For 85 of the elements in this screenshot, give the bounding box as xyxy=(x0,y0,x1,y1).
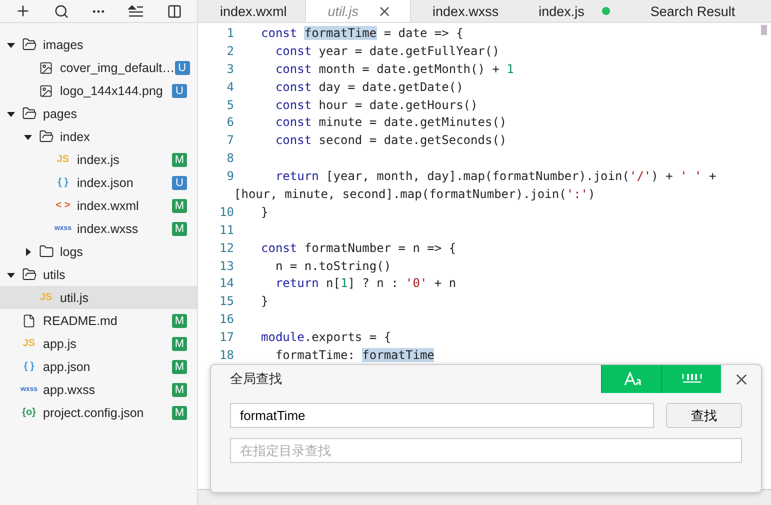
file-type-icon: JS xyxy=(53,154,73,165)
status-tag: M xyxy=(172,406,187,420)
code-line: [hour, minute, second].map(formatNumber).join(':') xyxy=(234,186,596,201)
editor-tab[interactable]: Search Result xyxy=(628,0,754,22)
tree-item[interactable]: < > index.wxml M xyxy=(0,194,197,217)
tree-item[interactable]: JS index.js M xyxy=(0,148,197,171)
search-icon[interactable] xyxy=(54,4,69,18)
file-type-icon: < > xyxy=(53,200,73,211)
file-type-icon: { } xyxy=(19,361,39,372)
match-case-toggle[interactable] xyxy=(601,365,661,393)
status-tag: U xyxy=(172,84,187,98)
line-number: 13 xyxy=(218,258,234,273)
status-tag: M xyxy=(172,382,187,396)
panel-toggle-icon[interactable] xyxy=(166,4,182,18)
code-line: const year = date.getFullYear() xyxy=(274,44,500,58)
line-number: 8 xyxy=(226,151,234,166)
find-button[interactable]: 查找 xyxy=(666,403,742,428)
match-case-icon xyxy=(622,372,640,386)
tree-item[interactable]: { } index.json U xyxy=(0,171,197,194)
line-number: 12 xyxy=(218,240,234,255)
modified-dot xyxy=(602,7,610,15)
line-number: 9 xyxy=(226,169,234,184)
editor-tab[interactable]: util.js xyxy=(304,0,411,22)
whole-word-toggle[interactable] xyxy=(661,365,721,393)
line-number: 3 xyxy=(226,62,234,76)
tree-item[interactable]: JS app.js M xyxy=(0,332,197,355)
line-number: 6 xyxy=(226,115,234,130)
line-number: 5 xyxy=(226,98,234,112)
line-number: 17 xyxy=(218,330,234,344)
line-number: 2 xyxy=(226,44,234,58)
line-number: 4 xyxy=(226,80,234,94)
code-line: return n[1] ? n : '0' + n xyxy=(274,276,456,290)
tree-item[interactable]: JS util.js xyxy=(0,286,197,309)
tree-item[interactable]: logs xyxy=(0,240,197,263)
tree-item[interactable]: { } app.json M xyxy=(0,355,197,378)
tree-item[interactable]: images xyxy=(0,33,197,56)
tree-item[interactable]: logo_144x144.png U xyxy=(0,79,197,102)
code-line: } xyxy=(261,204,268,219)
status-tag: M xyxy=(172,198,187,212)
editor-tab[interactable]: index.wxss xyxy=(410,0,517,22)
status-tag: M xyxy=(172,152,187,166)
file-type-icon: JS xyxy=(36,292,56,303)
dialog-title: 全局查找 xyxy=(230,370,283,388)
tree-item[interactable]: pages xyxy=(0,102,197,125)
line-number: 10 xyxy=(218,204,234,219)
line-number: 16 xyxy=(218,312,234,326)
code-line: formatTime: formatTime xyxy=(274,348,434,362)
status-tag: U xyxy=(172,176,187,190)
collapse-icon[interactable] xyxy=(128,4,144,18)
tree-item[interactable]: cover_img_default… U xyxy=(0,56,197,79)
file-type-icon: {o} xyxy=(19,407,39,418)
tree-item[interactable]: README.md M xyxy=(0,309,197,332)
code-line: const day = date.getDate() xyxy=(274,80,464,94)
line-number: 14 xyxy=(218,276,234,290)
code-line: const second = date.getSeconds() xyxy=(274,133,507,148)
line-number: 11 xyxy=(218,222,234,237)
status-tag: U xyxy=(174,60,190,74)
file-type-icon: JS xyxy=(19,338,39,349)
scrollbar-marker xyxy=(761,25,767,35)
file-type-icon: { } xyxy=(53,177,73,188)
code-line: } xyxy=(261,294,268,308)
line-number: 15 xyxy=(218,294,234,308)
code-line: module.exports = { xyxy=(261,330,392,344)
tree-item[interactable]: index xyxy=(0,125,197,148)
status-tag: M xyxy=(172,222,187,236)
code-line: const formatNumber = n => { xyxy=(261,240,456,255)
line-number: 7 xyxy=(226,133,234,148)
editor-tab[interactable]: index.wxml xyxy=(198,0,305,22)
caret-icon xyxy=(23,246,33,256)
code-line: const hour = date.getHours() xyxy=(274,98,478,112)
code-line: n = n.toString() xyxy=(274,258,392,273)
status-tag: M xyxy=(172,314,187,328)
code-line: const month = date.getMonth() + 1 xyxy=(274,62,514,76)
status-tag: M xyxy=(172,360,187,374)
directory-field[interactable]: 在指定目录查找 xyxy=(230,438,742,463)
status-tag: M xyxy=(172,336,187,350)
code-line: const minute = date.getMinutes() xyxy=(274,115,507,130)
line-number: 1 xyxy=(226,26,234,40)
editor-tab[interactable]: index.js xyxy=(516,0,628,22)
search-field[interactable]: formatTime xyxy=(230,403,654,428)
tree-item[interactable]: {o} project.config.json M xyxy=(0,401,197,424)
code-line: return [year, month, day].map(formatNumber).join('/') + ' ' + xyxy=(274,169,716,184)
code-line: const formatTime = date => { xyxy=(261,26,464,40)
tree-item[interactable]: utils xyxy=(0,263,197,286)
line-number: 18 xyxy=(218,348,234,362)
